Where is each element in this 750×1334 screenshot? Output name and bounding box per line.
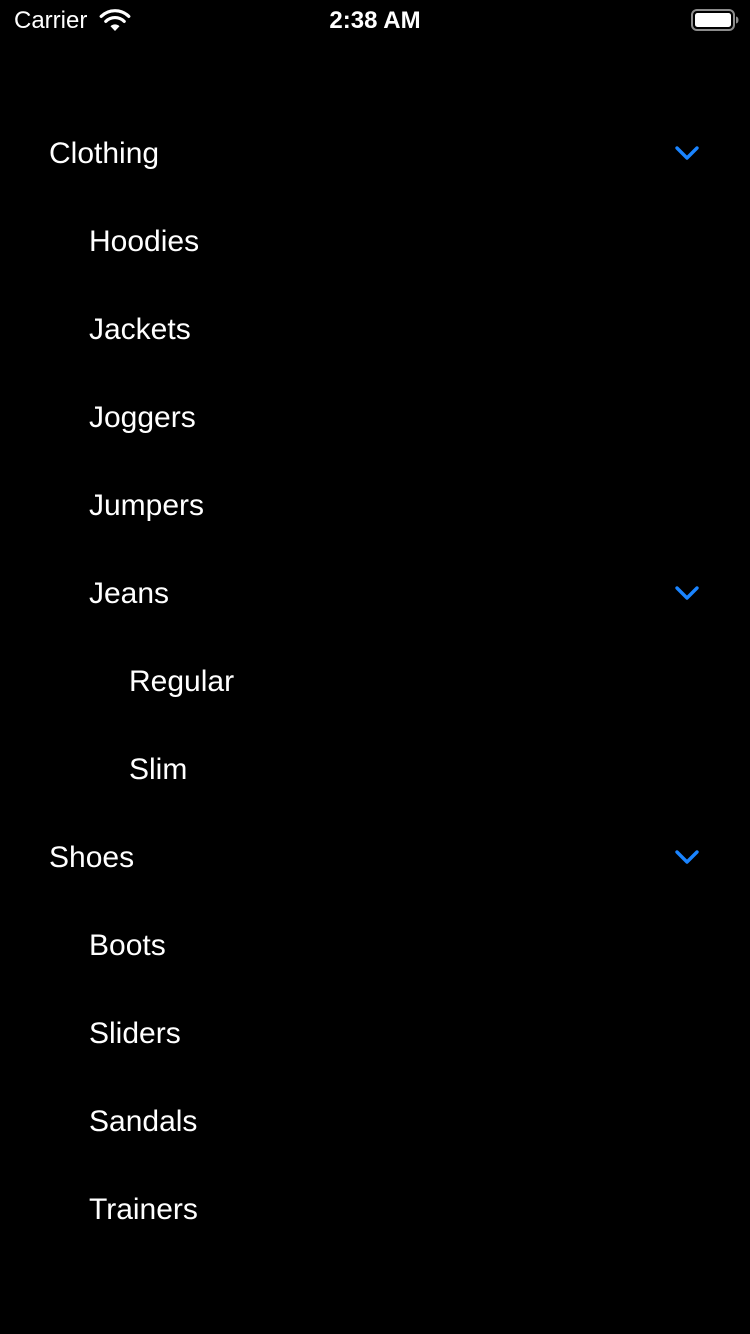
tree-row-slim[interactable]: Slim <box>0 726 750 814</box>
tree-row-label: Trainers <box>89 1193 198 1226</box>
battery-full-icon <box>691 9 739 31</box>
tree-row-sliders[interactable]: Sliders <box>0 990 750 1078</box>
tree-row-regular[interactable]: Regular <box>0 638 750 726</box>
tree-row-jumpers[interactable]: Jumpers <box>0 462 750 550</box>
tree-row-label: Jackets <box>89 313 191 346</box>
tree-row-trainers[interactable]: Trainers <box>0 1166 750 1254</box>
tree-row-label: Jeans <box>89 577 170 610</box>
tree-row-label: Boots <box>89 929 166 962</box>
tree-row-label: Hoodies <box>89 225 200 258</box>
tree-row-label: Sliders <box>89 1017 181 1050</box>
tree-row-jeans[interactable]: Jeans <box>0 550 750 638</box>
tree-row-hoodies[interactable]: Hoodies <box>0 198 750 286</box>
status-bar: Carrier 2:38 AM <box>0 0 750 40</box>
chevron-down-icon[interactable] <box>673 583 701 603</box>
tree-row-clothing[interactable]: Clothing <box>0 110 750 198</box>
status-time: 2:38 AM <box>329 7 421 34</box>
tree-row-jackets[interactable]: Jackets <box>0 286 750 374</box>
tree-row-boots[interactable]: Boots <box>0 902 750 990</box>
tree-row-label: Clothing <box>49 137 160 170</box>
tree-row-label: Joggers <box>89 401 196 434</box>
tree-row-label: Jumpers <box>89 489 205 522</box>
chevron-down-icon[interactable] <box>673 143 701 163</box>
tree-row-label: Slim <box>129 753 188 786</box>
category-tree: Clothing Hoodies Jackets Joggers Jumpers Jean… <box>0 110 750 1254</box>
tree-row-label: Shoes <box>49 841 135 874</box>
tree-row-joggers[interactable]: Joggers <box>0 374 750 462</box>
tree-row-label: Sandals <box>89 1105 198 1138</box>
chevron-down-icon[interactable] <box>673 847 701 867</box>
tree-row-shoes[interactable]: Shoes <box>0 814 750 902</box>
tree-row-sandals[interactable]: Sandals <box>0 1078 750 1166</box>
tree-row-label: Regular <box>129 665 235 698</box>
